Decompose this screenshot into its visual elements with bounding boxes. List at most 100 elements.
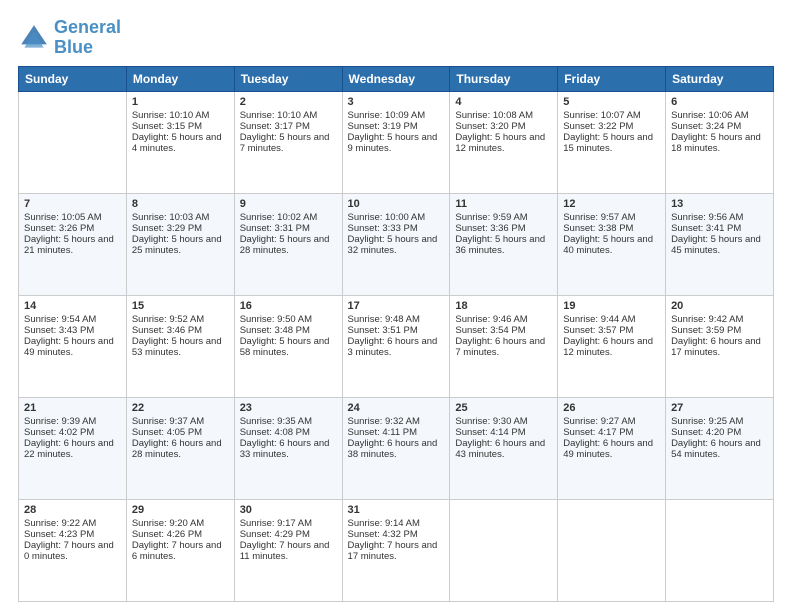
daylight-text: Daylight: 6 hours and 12 minutes. bbox=[563, 336, 653, 358]
daylight-text: Daylight: 5 hours and 7 minutes. bbox=[240, 132, 330, 154]
daylight-text: Daylight: 6 hours and 38 minutes. bbox=[348, 438, 438, 460]
sunrise-text: Sunrise: 9:52 AM bbox=[132, 314, 204, 325]
daylight-text: Daylight: 5 hours and 53 minutes. bbox=[132, 336, 222, 358]
sunrise-text: Sunrise: 9:46 AM bbox=[455, 314, 527, 325]
daylight-text: Daylight: 6 hours and 3 minutes. bbox=[348, 336, 438, 358]
day-number: 15 bbox=[132, 300, 229, 312]
sunrise-text: Sunrise: 9:44 AM bbox=[563, 314, 635, 325]
daylight-text: Daylight: 5 hours and 58 minutes. bbox=[240, 336, 330, 358]
day-number: 21 bbox=[24, 402, 121, 414]
day-number: 30 bbox=[240, 504, 337, 516]
daylight-text: Daylight: 5 hours and 49 minutes. bbox=[24, 336, 114, 358]
header-cell-monday: Monday bbox=[126, 66, 234, 91]
daylight-text: Daylight: 5 hours and 25 minutes. bbox=[132, 234, 222, 256]
day-cell: 7Sunrise: 10:05 AMSunset: 3:26 PMDayligh… bbox=[19, 193, 127, 295]
sunset-text: Sunset: 3:15 PM bbox=[132, 121, 202, 132]
day-cell bbox=[19, 91, 127, 193]
day-cell: 11Sunrise: 9:59 AMSunset: 3:36 PMDayligh… bbox=[450, 193, 558, 295]
day-cell: 22Sunrise: 9:37 AMSunset: 4:05 PMDayligh… bbox=[126, 397, 234, 499]
logo: General Blue bbox=[18, 18, 121, 58]
sunrise-text: Sunrise: 9:56 AM bbox=[671, 212, 743, 223]
sunrise-text: Sunrise: 10:07 AM bbox=[563, 110, 641, 121]
sunset-text: Sunset: 4:29 PM bbox=[240, 529, 310, 540]
sunset-text: Sunset: 4:20 PM bbox=[671, 427, 741, 438]
sunset-text: Sunset: 3:31 PM bbox=[240, 223, 310, 234]
sunrise-text: Sunrise: 10:10 AM bbox=[240, 110, 318, 121]
sunset-text: Sunset: 4:26 PM bbox=[132, 529, 202, 540]
sunrise-text: Sunrise: 9:42 AM bbox=[671, 314, 743, 325]
daylight-text: Daylight: 6 hours and 28 minutes. bbox=[132, 438, 222, 460]
day-cell: 15Sunrise: 9:52 AMSunset: 3:46 PMDayligh… bbox=[126, 295, 234, 397]
sunset-text: Sunset: 3:36 PM bbox=[455, 223, 525, 234]
day-cell: 29Sunrise: 9:20 AMSunset: 4:26 PMDayligh… bbox=[126, 499, 234, 601]
sunset-text: Sunset: 3:41 PM bbox=[671, 223, 741, 234]
day-cell: 16Sunrise: 9:50 AMSunset: 3:48 PMDayligh… bbox=[234, 295, 342, 397]
day-cell: 8Sunrise: 10:03 AMSunset: 3:29 PMDayligh… bbox=[126, 193, 234, 295]
day-number: 12 bbox=[563, 198, 660, 210]
sunrise-text: Sunrise: 10:00 AM bbox=[348, 212, 426, 223]
sunrise-text: Sunrise: 9:20 AM bbox=[132, 518, 204, 529]
sunrise-text: Sunrise: 9:48 AM bbox=[348, 314, 420, 325]
daylight-text: Daylight: 5 hours and 36 minutes. bbox=[455, 234, 545, 256]
sunrise-text: Sunrise: 9:22 AM bbox=[24, 518, 96, 529]
sunrise-text: Sunrise: 10:03 AM bbox=[132, 212, 210, 223]
sunset-text: Sunset: 3:51 PM bbox=[348, 325, 418, 336]
calendar-header: SundayMondayTuesdayWednesdayThursdayFrid… bbox=[19, 66, 774, 91]
day-number: 2 bbox=[240, 96, 337, 108]
sunrise-text: Sunrise: 9:37 AM bbox=[132, 416, 204, 427]
sunrise-text: Sunrise: 9:54 AM bbox=[24, 314, 96, 325]
day-cell: 21Sunrise: 9:39 AMSunset: 4:02 PMDayligh… bbox=[19, 397, 127, 499]
day-number: 8 bbox=[132, 198, 229, 210]
header-cell-friday: Friday bbox=[558, 66, 666, 91]
header-cell-wednesday: Wednesday bbox=[342, 66, 450, 91]
day-cell: 27Sunrise: 9:25 AMSunset: 4:20 PMDayligh… bbox=[666, 397, 774, 499]
sunset-text: Sunset: 3:54 PM bbox=[455, 325, 525, 336]
sunset-text: Sunset: 4:14 PM bbox=[455, 427, 525, 438]
sunrise-text: Sunrise: 9:57 AM bbox=[563, 212, 635, 223]
daylight-text: Daylight: 5 hours and 21 minutes. bbox=[24, 234, 114, 256]
day-cell: 5Sunrise: 10:07 AMSunset: 3:22 PMDayligh… bbox=[558, 91, 666, 193]
day-cell: 23Sunrise: 9:35 AMSunset: 4:08 PMDayligh… bbox=[234, 397, 342, 499]
day-number: 13 bbox=[671, 198, 768, 210]
day-cell bbox=[450, 499, 558, 601]
day-cell: 10Sunrise: 10:00 AMSunset: 3:33 PMDaylig… bbox=[342, 193, 450, 295]
daylight-text: Daylight: 6 hours and 17 minutes. bbox=[671, 336, 761, 358]
daylight-text: Daylight: 6 hours and 54 minutes. bbox=[671, 438, 761, 460]
daylight-text: Daylight: 5 hours and 12 minutes. bbox=[455, 132, 545, 154]
day-number: 25 bbox=[455, 402, 552, 414]
sunset-text: Sunset: 4:17 PM bbox=[563, 427, 633, 438]
day-cell: 28Sunrise: 9:22 AMSunset: 4:23 PMDayligh… bbox=[19, 499, 127, 601]
logo-icon bbox=[18, 22, 50, 54]
daylight-text: Daylight: 6 hours and 7 minutes. bbox=[455, 336, 545, 358]
daylight-text: Daylight: 7 hours and 17 minutes. bbox=[348, 540, 438, 562]
sunset-text: Sunset: 4:32 PM bbox=[348, 529, 418, 540]
day-number: 14 bbox=[24, 300, 121, 312]
header-cell-thursday: Thursday bbox=[450, 66, 558, 91]
week-row-4: 28Sunrise: 9:22 AMSunset: 4:23 PMDayligh… bbox=[19, 499, 774, 601]
sunset-text: Sunset: 3:19 PM bbox=[348, 121, 418, 132]
daylight-text: Daylight: 6 hours and 49 minutes. bbox=[563, 438, 653, 460]
day-number: 5 bbox=[563, 96, 660, 108]
day-cell: 24Sunrise: 9:32 AMSunset: 4:11 PMDayligh… bbox=[342, 397, 450, 499]
day-number: 22 bbox=[132, 402, 229, 414]
day-cell bbox=[558, 499, 666, 601]
header-cell-saturday: Saturday bbox=[666, 66, 774, 91]
week-row-3: 21Sunrise: 9:39 AMSunset: 4:02 PMDayligh… bbox=[19, 397, 774, 499]
day-number: 3 bbox=[348, 96, 445, 108]
daylight-text: Daylight: 5 hours and 32 minutes. bbox=[348, 234, 438, 256]
daylight-text: Daylight: 5 hours and 18 minutes. bbox=[671, 132, 761, 154]
day-number: 23 bbox=[240, 402, 337, 414]
day-cell: 18Sunrise: 9:46 AMSunset: 3:54 PMDayligh… bbox=[450, 295, 558, 397]
daylight-text: Daylight: 7 hours and 0 minutes. bbox=[24, 540, 114, 562]
day-number: 28 bbox=[24, 504, 121, 516]
daylight-text: Daylight: 6 hours and 22 minutes. bbox=[24, 438, 114, 460]
sunrise-text: Sunrise: 9:50 AM bbox=[240, 314, 312, 325]
day-number: 6 bbox=[671, 96, 768, 108]
day-number: 19 bbox=[563, 300, 660, 312]
sunrise-text: Sunrise: 9:17 AM bbox=[240, 518, 312, 529]
day-number: 31 bbox=[348, 504, 445, 516]
daylight-text: Daylight: 7 hours and 11 minutes. bbox=[240, 540, 330, 562]
day-cell: 20Sunrise: 9:42 AMSunset: 3:59 PMDayligh… bbox=[666, 295, 774, 397]
calendar-body: 1Sunrise: 10:10 AMSunset: 3:15 PMDayligh… bbox=[19, 91, 774, 601]
day-cell: 4Sunrise: 10:08 AMSunset: 3:20 PMDayligh… bbox=[450, 91, 558, 193]
